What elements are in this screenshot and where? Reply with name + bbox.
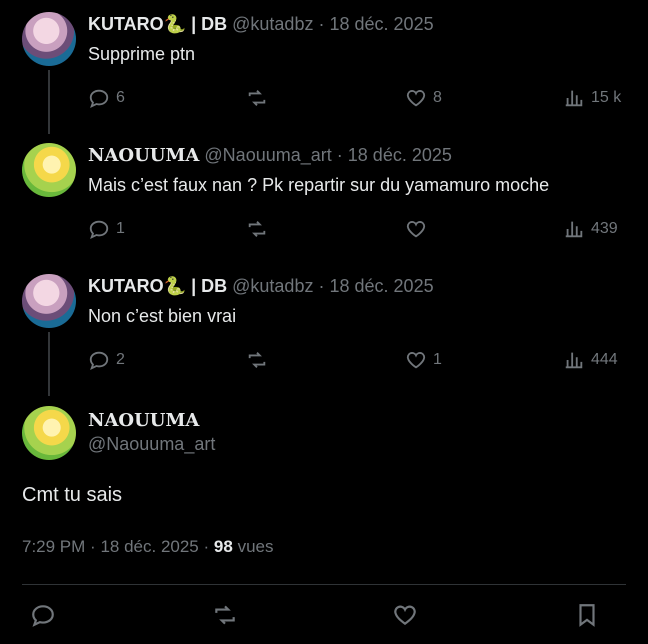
retweet-icon (248, 352, 266, 368)
views-button[interactable]: 439 (563, 218, 618, 240)
heart-icon (394, 605, 416, 625)
snake-emoji: 🐍 (163, 14, 187, 34)
main-action-bar (0, 598, 648, 634)
tweet-3[interactable]: KUTARO🐍 | DB @kutadbz · 18 déc. 2025 Non… (0, 262, 648, 396)
separator: · (318, 276, 325, 296)
like-count: 1 (433, 351, 442, 368)
display-name[interactable]: KUTARO (88, 14, 164, 34)
reply-count: 6 (116, 89, 125, 106)
reply-button[interactable] (30, 602, 56, 633)
like-button[interactable] (392, 602, 418, 633)
views-icon (565, 90, 583, 107)
timestamp[interactable]: 18 déc. 2025 (348, 145, 452, 165)
action-bar: 2 1 444 (88, 349, 628, 373)
bookmark-button[interactable] (574, 602, 600, 633)
like-button[interactable] (405, 218, 433, 240)
retweet-icon (248, 90, 266, 106)
views-count: 98 (213, 537, 233, 556)
reply-icon (89, 351, 109, 371)
heart-icon (406, 221, 426, 238)
avatar[interactable] (22, 274, 76, 328)
separator: · (90, 537, 96, 556)
handle[interactable]: @Naouuma_art (88, 434, 215, 455)
date[interactable]: 18 déc. 2025 (100, 537, 198, 556)
thread-line (48, 70, 50, 134)
heart-icon (406, 90, 426, 107)
tweet-header: KUTARO🐍 | DB @kutadbz · 18 déc. 2025 (88, 14, 434, 35)
action-bar: 6 8 15 k (88, 87, 628, 111)
tweet-meta: 7:29 PM · 18 déc. 2025 · 98 vues (22, 537, 273, 557)
avatar[interactable] (22, 143, 76, 197)
reply-icon (89, 89, 109, 109)
tweet-1[interactable]: KUTARO🐍 | DB @kutadbz · 18 déc. 2025 Sup… (0, 0, 648, 134)
tweet-text: Supprime ptn (88, 44, 196, 64)
avatar[interactable] (22, 12, 76, 66)
views-label: vues (237, 537, 274, 556)
views-button[interactable]: 444 (563, 349, 618, 371)
separator: · (203, 537, 210, 556)
views-count: 439 (591, 220, 618, 237)
handle[interactable]: @kutadbz (232, 276, 313, 296)
views-button[interactable]: 15 k (563, 87, 621, 109)
display-name-suffix: | DB (186, 14, 228, 34)
retweet-button[interactable] (212, 602, 238, 633)
display-name[interactable]: KUTARO (88, 276, 164, 296)
views-icon (565, 352, 583, 369)
reply-button[interactable]: 6 (88, 87, 125, 109)
action-bar: 1 439 (88, 218, 628, 242)
reply-button[interactable]: 1 (88, 218, 125, 240)
display-name[interactable]: NAOUUMA (88, 145, 199, 166)
handle[interactable]: @Naouuma_art (204, 145, 331, 165)
reply-count: 1 (116, 220, 125, 237)
views-count: 15 k (591, 89, 622, 106)
like-button[interactable]: 8 (405, 87, 442, 109)
display-name-suffix: | DB (186, 276, 228, 296)
separator: · (336, 145, 343, 165)
reply-button[interactable]: 2 (88, 349, 125, 371)
retweet-button[interactable] (246, 87, 274, 109)
tweet-2[interactable]: NAOUUMA @Naouuma_art · 18 déc. 2025 Mais… (0, 131, 648, 262)
time[interactable]: 7:29 PM (22, 537, 85, 556)
thread-line (48, 332, 50, 396)
retweet-button[interactable] (246, 349, 274, 371)
retweet-button[interactable] (246, 218, 274, 240)
retweet-icon (248, 221, 266, 237)
bookmark-icon (579, 604, 595, 627)
handle[interactable]: @kutadbz (232, 14, 313, 34)
reply-icon (89, 220, 109, 240)
retweet-icon (215, 605, 235, 625)
like-count: 8 (433, 89, 442, 106)
reply-count: 2 (116, 351, 125, 368)
tweet-text: Cmt tu sais (22, 484, 123, 506)
tweet-text: Non c’est bien vrai (88, 306, 237, 326)
tweet-header: KUTARO🐍 | DB @kutadbz · 18 déc. 2025 (88, 276, 434, 297)
tweet-text: Mais c’est faux nan ? Pk repartir sur du… (88, 175, 550, 195)
heart-icon (406, 352, 426, 369)
like-button[interactable]: 1 (405, 349, 442, 371)
snake-emoji: 🐍 (163, 276, 187, 296)
separator: · (318, 14, 325, 34)
views-count: 444 (591, 351, 618, 368)
avatar[interactable] (22, 406, 76, 460)
timestamp[interactable]: 18 déc. 2025 (330, 276, 434, 296)
tweet-header: NAOUUMA @Naouuma_art · 18 déc. 2025 (88, 145, 452, 166)
divider (22, 584, 626, 585)
views-icon (565, 221, 583, 238)
display-name[interactable]: NAOUUMA (88, 410, 199, 431)
reply-icon (32, 605, 54, 627)
timestamp[interactable]: 18 déc. 2025 (330, 14, 434, 34)
